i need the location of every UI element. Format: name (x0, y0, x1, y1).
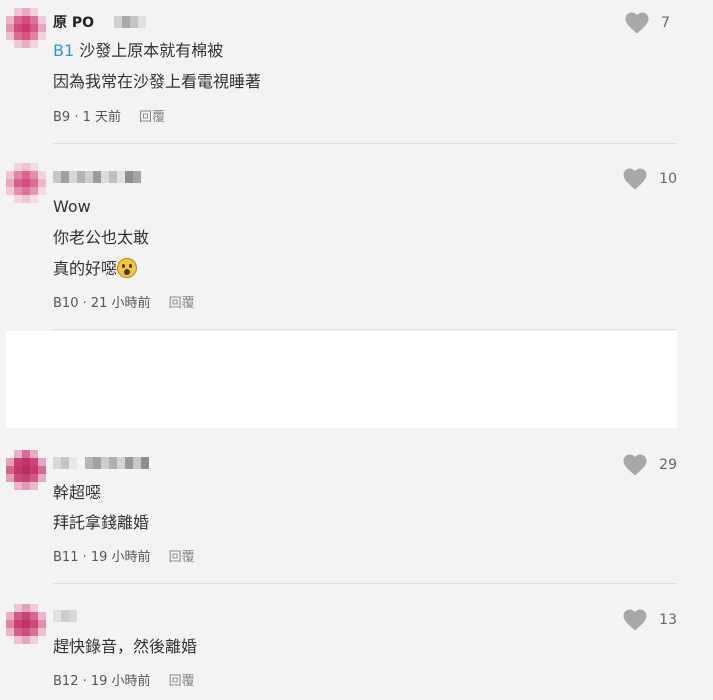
comment-divider (53, 143, 677, 144)
comment-meta: B9 · 1 天前 回覆 (53, 106, 165, 125)
avatar[interactable] (6, 8, 46, 48)
heart-icon (623, 168, 647, 190)
floor-time: B11 · 19 小時前 (53, 550, 151, 565)
comment-line: 你老公也太敢 (53, 228, 150, 247)
blurred-username (53, 457, 149, 469)
heart-icon (623, 454, 647, 476)
comment-text: 沙發上原本就有棉被 (79, 41, 224, 60)
like-button[interactable]: 13 (623, 609, 677, 631)
blank-content-area (6, 331, 677, 428)
like-count: 10 (659, 171, 677, 187)
comment-line: 趕快錄音，然後離婚 (53, 637, 198, 656)
avatar[interactable] (6, 604, 46, 644)
avatar[interactable] (6, 163, 46, 203)
floor-time: B12 · 19 小時前 (53, 674, 151, 689)
like-count: 29 (659, 457, 677, 473)
like-button[interactable]: 10 (623, 168, 677, 190)
floor-number: B11 (53, 550, 79, 565)
heart-icon (625, 12, 649, 34)
avatar[interactable] (6, 450, 46, 490)
floor-time: B9 · 1 天前 (53, 110, 122, 125)
author-row (53, 606, 77, 626)
like-count: 7 (661, 15, 670, 31)
comment-line: 因為我常在沙發上看電視睡著 (53, 72, 262, 91)
comment-line: 拜託拿錢離婚 (53, 513, 150, 532)
comment-meta: B10 · 21 小時前 回覆 (53, 292, 195, 311)
comment-divider (53, 329, 677, 330)
reply-button[interactable]: 回覆 (169, 670, 195, 689)
author-row (53, 167, 141, 187)
floor-time: B10 · 21 小時前 (53, 296, 151, 311)
heart-icon (623, 609, 647, 631)
timestamp: 19 小時前 (90, 674, 151, 689)
comment-meta: B11 · 19 小時前 回覆 (53, 546, 195, 565)
author-row (53, 453, 149, 473)
like-button[interactable]: 7 (625, 12, 677, 34)
like-count: 13 (659, 612, 677, 628)
author-name[interactable]: 原 PO (53, 12, 94, 32)
reply-button[interactable]: 回覆 (139, 106, 165, 125)
floor-reference-link[interactable]: B1 (53, 41, 74, 60)
floor-number: B9 (53, 110, 71, 125)
timestamp: 19 小時前 (90, 550, 151, 565)
blurred-username (114, 16, 147, 28)
reply-button[interactable]: 回覆 (169, 292, 195, 311)
like-button[interactable]: 29 (623, 454, 677, 476)
comment-line: 幹超噁 (53, 483, 102, 502)
floor-number: B12 (53, 674, 79, 689)
comment-meta: B12 · 19 小時前 回覆 (53, 670, 195, 689)
reply-button[interactable]: 回覆 (169, 546, 195, 565)
floor-number: B10 (53, 296, 79, 311)
comment-line: Wow (53, 197, 91, 216)
surprised-face-emoji (117, 258, 138, 278)
author-row: 原 PO (53, 12, 147, 32)
blurred-username (53, 610, 77, 622)
comment-line: B1 沙發上原本就有棉被 (53, 40, 223, 62)
timestamp: 21 小時前 (90, 296, 151, 311)
comment-line: 真的好噁 (53, 258, 138, 280)
blurred-username (53, 171, 141, 183)
comment-divider (53, 583, 677, 584)
comment-text: 真的好噁 (53, 259, 118, 278)
timestamp: 1 天前 (82, 110, 122, 125)
